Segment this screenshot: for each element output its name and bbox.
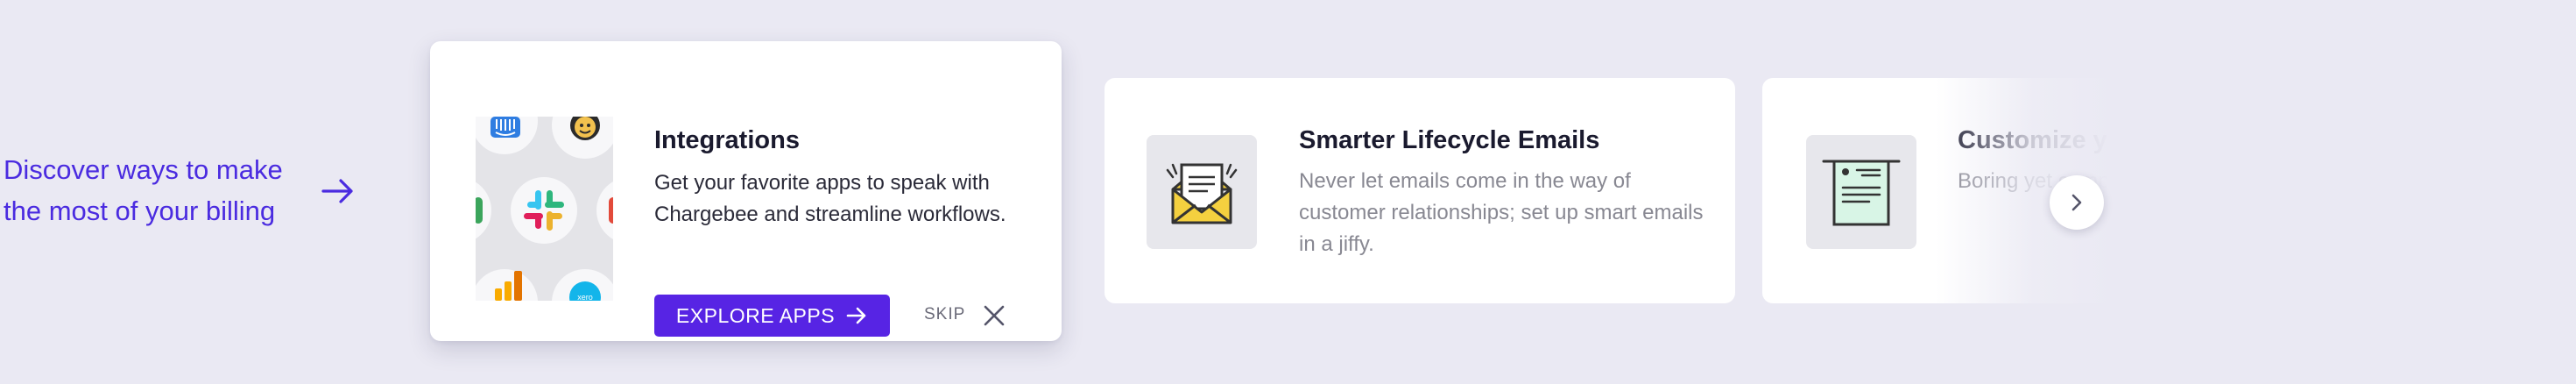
card-description: Get your favorite apps to speak with Cha… bbox=[654, 171, 1006, 226]
svg-text:xero: xero bbox=[577, 293, 593, 301]
icon-tile bbox=[1806, 135, 1916, 249]
integrations-card[interactable]: xero Integrations Get your favorite apps… bbox=[430, 41, 1062, 341]
carousel-next-button[interactable] bbox=[2050, 175, 2104, 230]
intro-text: Discover ways to make the most of your b… bbox=[4, 154, 283, 226]
explore-apps-button[interactable]: EXPLORE APPS bbox=[654, 295, 890, 337]
integrations-apps-illustration: xero bbox=[476, 117, 613, 301]
explore-apps-label: EXPLORE APPS bbox=[675, 303, 836, 327]
card-title: Smarter Lifecycle Emails bbox=[1299, 126, 1600, 154]
chevron-right-icon bbox=[2071, 194, 2082, 211]
arrow-right-icon bbox=[846, 307, 866, 324]
lifecycle-emails-card[interactable]: Smarter Lifecycle Emails Never let email… bbox=[1105, 78, 1735, 303]
icon-tile bbox=[1147, 135, 1257, 249]
card-title: Integrations bbox=[654, 126, 800, 154]
envelope-icon bbox=[1166, 163, 1238, 224]
card-description: Never let emails come in the way of cust… bbox=[1299, 169, 1704, 256]
invoice-icon bbox=[1822, 160, 1901, 226]
intercom-icon bbox=[490, 117, 520, 138]
discover-carousel-section: Discover ways to make the most of your b… bbox=[0, 0, 2576, 384]
close-icon[interactable] bbox=[980, 302, 1008, 330]
arrow-right-icon bbox=[321, 179, 353, 203]
skip-button[interactable]: SKIP bbox=[924, 305, 965, 324]
carousel-edge-mask bbox=[2107, 0, 2576, 384]
